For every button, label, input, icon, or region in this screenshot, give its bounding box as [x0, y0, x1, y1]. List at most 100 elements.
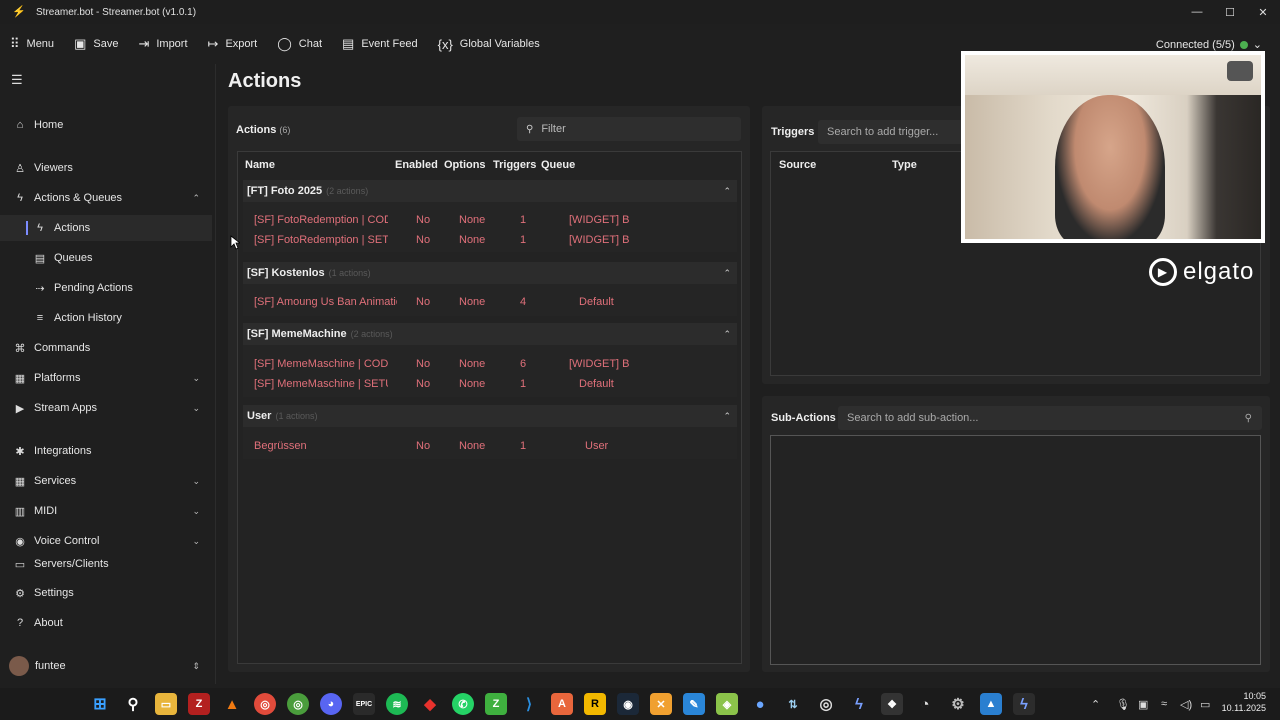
table-row[interactable]: [SF] FotoRedemption | SETUP No None 1 [W… [243, 230, 737, 250]
video-icon: ▶ [15, 402, 25, 415]
chevron-up-icon[interactable]: ⌃ [723, 186, 731, 197]
trigger-search-input[interactable] [827, 126, 968, 138]
subaction-search-field[interactable]: ⚲ [838, 406, 1262, 430]
network-app-icon[interactable]: ⇅ [782, 693, 804, 715]
menu-button[interactable]: ⠿ Menu [0, 26, 64, 62]
nav-actions[interactable]: ϟ Actions [0, 215, 212, 241]
nav-integrations[interactable]: ✱ Integrations [0, 438, 212, 464]
filter-input[interactable] [541, 123, 722, 135]
spotify-icon[interactable]: ≋ [386, 693, 408, 715]
chevron-up-icon[interactable]: ⌃ [723, 411, 731, 422]
nav-home[interactable]: ⌂ Home [0, 112, 212, 138]
col-type[interactable]: Type [892, 159, 917, 171]
nav-voice-control[interactable]: ◉ Voice Control ⌄ [0, 528, 212, 554]
table-row[interactable]: [SF] FotoRedemption | CODE No None 1 [WI… [243, 210, 737, 230]
minimize-button[interactable]: — [1180, 0, 1214, 24]
col-triggers[interactable]: Triggers [493, 159, 536, 171]
group-header[interactable]: [FT] Foto 2025 (2 actions) ⌃ [243, 180, 737, 202]
export-button[interactable]: ↦ Export [198, 26, 268, 62]
chrome-profile-icon[interactable]: ◎ [287, 693, 309, 715]
battery-icon[interactable]: ▭ [1200, 698, 1210, 711]
nav-settings[interactable]: ⚙ Settings [0, 580, 212, 606]
rockstar-icon[interactable]: R [584, 693, 606, 715]
row-options: None [459, 296, 486, 308]
row-enabled: No [416, 296, 431, 308]
global-variables-button[interactable]: {x} Global Variables [428, 26, 550, 62]
edit-app-icon[interactable]: ✎ [683, 693, 705, 715]
wifi-icon[interactable]: ≈ [1161, 698, 1167, 710]
nav-action-history[interactable]: ≡ Action History [0, 305, 212, 331]
streamerbot-active-icon[interactable]: ϟ [1013, 693, 1035, 715]
vlc-icon[interactable]: ▲ [221, 693, 243, 715]
nav-midi[interactable]: ▥ MIDI ⌄ [0, 498, 212, 524]
system-clock[interactable]: 10:05 10.11.2025 [1222, 690, 1266, 714]
col-options[interactable]: Options [444, 159, 486, 171]
group-header[interactable]: [SF] Kostenlos (1 actions) ⌃ [243, 262, 737, 284]
table-row[interactable]: [SF] MemeMaschine | SETUP No None 1 Defa… [243, 374, 737, 394]
export-icon: ↦ [207, 36, 219, 51]
streamerbot-taskbar-icon[interactable]: ϟ [848, 693, 870, 715]
table-row[interactable]: [SF] MemeMaschine | CODE No None 6 [WIDG… [243, 354, 737, 374]
cube-app-icon[interactable]: ◈ [716, 693, 738, 715]
nav-servers-clients[interactable]: ▭ Servers/Clients [0, 558, 212, 570]
col-enabled[interactable]: Enabled [395, 159, 438, 171]
hamburger-icon[interactable]: ☰ [11, 72, 23, 88]
nav-platforms[interactable]: ▦ Platforms ⌄ [0, 365, 212, 391]
settings-app-icon[interactable]: ⚙ [947, 693, 969, 715]
whatsapp-icon[interactable]: ✆ [452, 693, 474, 715]
globe-app-icon[interactable]: ● [749, 693, 771, 715]
display-icon[interactable]: ▣ [1138, 698, 1148, 711]
steam-icon[interactable]: ◉ [617, 693, 639, 715]
nav-services[interactable]: ▦ Services ⌄ [0, 468, 212, 494]
subactions-list[interactable] [770, 435, 1261, 665]
microphone-icon[interactable]: 🎙 [1116, 698, 1130, 711]
col-name[interactable]: Name [245, 159, 275, 171]
trigger-search-field[interactable] [818, 120, 968, 144]
nav-stream-apps[interactable]: ▶ Stream Apps ⌄ [0, 395, 212, 421]
diamond-app-icon[interactable]: ◆ [419, 693, 441, 715]
save-button[interactable]: ▣ Save [64, 26, 128, 62]
chevron-up-icon[interactable]: ⌃ [1091, 698, 1100, 711]
volume-icon[interactable]: ◁) [1180, 698, 1192, 711]
resolve-icon[interactable]: ❖ [881, 693, 903, 715]
vscode-icon[interactable]: ⟩ [518, 693, 540, 715]
xampp-icon[interactable]: ✕ [650, 693, 672, 715]
connection-status[interactable]: Connected (5/5) ⌄ [1156, 38, 1262, 52]
nav-about[interactable]: ? About [0, 610, 212, 636]
photos-icon[interactable]: ▲ [980, 693, 1002, 715]
app-a-icon[interactable]: A [551, 693, 573, 715]
table-row[interactable]: Begrüssen No None 1 User [243, 436, 737, 456]
discord-icon[interactable]: ◕ [320, 693, 342, 715]
close-button[interactable]: ✕ [1246, 0, 1280, 24]
nav-pending-actions[interactable]: ⇢ Pending Actions [0, 275, 212, 301]
nav-commands[interactable]: ⌘ Commands [0, 335, 212, 361]
clock-app-icon[interactable]: ◔ [914, 693, 936, 715]
obs-icon[interactable]: ◎ [815, 693, 837, 715]
nav-queues[interactable]: ▤ Queues [0, 245, 212, 271]
col-source[interactable]: Source [779, 159, 816, 171]
chrome-icon[interactable]: ◎ [254, 693, 276, 715]
chevron-up-icon[interactable]: ⌃ [723, 329, 731, 340]
chat-button[interactable]: ◯ Chat [267, 26, 332, 62]
maximize-button[interactable]: ☐ [1213, 0, 1247, 24]
col-queue[interactable]: Queue [541, 159, 575, 171]
filezilla-icon[interactable]: Z [188, 693, 210, 715]
user-menu[interactable]: funtee ⇕ [0, 652, 212, 680]
filter-field[interactable]: ⚲ [517, 117, 741, 141]
event-feed-button[interactable]: ▤ Event Feed [332, 26, 428, 62]
group-header[interactable]: [SF] MemeMachine (2 actions) ⌃ [243, 323, 737, 345]
file-explorer-icon[interactable]: ▭ [155, 693, 177, 715]
search-icon[interactable]: ⚲ [122, 693, 144, 715]
nav-actions-queues[interactable]: ϟ Actions & Queues ⌃ [0, 185, 212, 211]
row-queue: [WIDGET] B [569, 214, 630, 226]
import-button[interactable]: ⇥ Import [128, 26, 197, 62]
nav-stream-apps-label: Stream Apps [34, 402, 97, 414]
nav-viewers[interactable]: ♙ Viewers [0, 155, 212, 181]
table-row[interactable]: [SF] Amoung Us Ban Animation No None 4 D… [243, 292, 737, 312]
chevron-up-icon[interactable]: ⌃ [723, 268, 731, 279]
excel-like-icon[interactable]: Z [485, 693, 507, 715]
subaction-search-input[interactable] [847, 412, 1262, 424]
windows-start-icon[interactable]: ⊞ [89, 693, 111, 715]
epic-games-icon[interactable]: EPIC [353, 693, 375, 715]
group-header[interactable]: User (1 actions) ⌃ [243, 405, 737, 427]
